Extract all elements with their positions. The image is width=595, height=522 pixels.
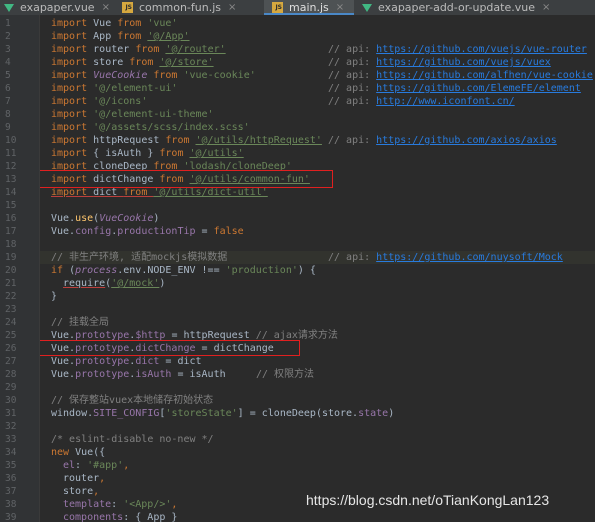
code-editor[interactable]: import Vue from 'vue' import App from '@… — [40, 15, 595, 522]
line-number: 28 — [5, 369, 17, 380]
code-line[interactable]: import httpRequest from '@/utils/httpReq… — [51, 134, 557, 147]
line-number: 4 — [5, 57, 11, 68]
line-number: 11 — [5, 148, 17, 159]
code-line[interactable]: // 挂载全局 — [51, 316, 109, 329]
close-icon[interactable]: × — [336, 2, 344, 13]
tab-label: exapaper-add-or-update.vue — [378, 1, 535, 14]
tab-exapaper-vue[interactable]: exapaper.vue × — [4, 0, 110, 15]
vue-file-icon — [362, 3, 372, 12]
highlight-box-prototype-dictchange — [40, 340, 300, 356]
code-comment: // api: https://github.com/alfhen/vue-co… — [328, 70, 593, 81]
line-number: 3 — [5, 44, 11, 55]
code-line[interactable]: import { isAuth } from '@/utils' — [51, 147, 244, 160]
code-line[interactable]: components: { App } — [63, 511, 177, 522]
line-number: 36 — [5, 473, 17, 484]
line-number: 23 — [5, 304, 17, 315]
line-number: 19 — [5, 252, 17, 263]
code-comment: // api: https://github.com/vuejs/vuex — [328, 57, 551, 68]
line-number: 9 — [5, 122, 11, 133]
line-number: 21 — [5, 278, 17, 289]
line-number: 26 — [5, 343, 17, 354]
line-number: 32 — [5, 421, 17, 432]
code-line[interactable]: template: '<App/>', — [63, 498, 177, 511]
js-file-icon: JS — [272, 2, 283, 13]
code-line[interactable]: Vue.prototype.dict = dict — [51, 355, 202, 368]
code-line[interactable]: require('@/mock') — [63, 277, 165, 290]
line-number: 31 — [5, 408, 17, 419]
code-line[interactable]: store, — [63, 485, 99, 498]
close-icon[interactable]: × — [228, 2, 236, 13]
line-number: 1 — [5, 18, 11, 29]
vue-file-icon — [4, 3, 14, 12]
code-line[interactable]: } — [51, 290, 57, 303]
line-number: 8 — [5, 109, 11, 120]
line-number: 38 — [5, 499, 17, 510]
close-icon[interactable]: × — [542, 2, 550, 13]
tab-main-js[interactable]: JS main.js × — [264, 0, 354, 15]
code-comment: // api: http://www.iconfont.cn/ — [328, 96, 515, 107]
code-line[interactable]: // 非生产环境, 适配mockjs模拟数据 — [51, 251, 227, 264]
close-icon[interactable]: × — [102, 2, 110, 13]
code-line[interactable]: router, — [63, 472, 105, 485]
line-number: 39 — [5, 512, 17, 522]
code-line[interactable]: import '@/assets/scss/index.scss' — [51, 121, 250, 134]
line-number: 24 — [5, 317, 17, 328]
editor-tab-bar: exapaper.vue × JS common-fun.js × JS mai… — [0, 0, 595, 15]
code-line[interactable]: el: '#app', — [63, 459, 129, 472]
line-number: 12 — [5, 161, 17, 172]
line-number: 15 — [5, 200, 17, 211]
highlight-box-import-dictchange — [40, 170, 333, 188]
line-number: 7 — [5, 96, 11, 107]
line-number: 22 — [5, 291, 17, 302]
code-line[interactable]: import Vue from 'vue' — [51, 17, 177, 30]
line-number: 10 — [5, 135, 17, 146]
line-number: 35 — [5, 460, 17, 471]
code-comment: // api: https://github.com/vuejs/vue-rou… — [328, 44, 587, 55]
tab-label: common-fun.js — [139, 1, 221, 14]
line-number: 30 — [5, 395, 17, 406]
line-number: 16 — [5, 213, 17, 224]
code-line[interactable]: import App from '@/App' — [51, 30, 190, 43]
watermark: https://blog.csdn.net/oTianKongLan123 — [306, 492, 550, 508]
line-number: 5 — [5, 70, 11, 81]
code-line[interactable]: import router from '@/router' — [51, 43, 226, 56]
line-number-gutter: 1 2 3 4 5 6 7 8 9 10 11 12 13 14 15 16 1… — [0, 15, 40, 522]
code-line[interactable]: Vue.config.productionTip = false — [51, 225, 244, 238]
line-number: 25 — [5, 330, 17, 341]
line-number: 33 — [5, 434, 17, 445]
code-line[interactable]: Vue.use(VueCookie) — [51, 212, 159, 225]
js-file-icon: JS — [122, 2, 133, 13]
code-line[interactable]: import store from '@/store' — [51, 56, 214, 69]
line-number: 27 — [5, 356, 17, 367]
line-number: 17 — [5, 226, 17, 237]
code-line[interactable]: // 保存整站vuex本地储存初始状态 — [51, 394, 213, 407]
code-line[interactable]: import '@/icons' — [51, 95, 147, 108]
tab-label: main.js — [289, 1, 329, 14]
line-number: 18 — [5, 239, 17, 250]
line-number: 34 — [5, 447, 17, 458]
code-line[interactable]: import '@/element-ui' — [51, 82, 177, 95]
code-line[interactable]: new Vue({ — [51, 446, 105, 459]
tab-label: exapaper.vue — [20, 1, 95, 14]
line-number: 2 — [5, 31, 11, 42]
code-line[interactable]: /* eslint-disable no-new */ — [51, 433, 214, 446]
code-comment: // 权限方法 — [256, 369, 315, 380]
code-line[interactable]: if (process.env.NODE_ENV !== 'production… — [51, 264, 316, 277]
line-number: 6 — [5, 83, 11, 94]
code-comment: // api: https://github.com/nuysoft/Mock — [328, 252, 563, 263]
code-line[interactable]: Vue.prototype.isAuth = isAuth — [51, 368, 226, 381]
code-comment: // api: https://github.com/ElemeFE/eleme… — [328, 83, 581, 94]
line-number: 14 — [5, 187, 17, 198]
line-number: 20 — [5, 265, 17, 276]
code-line[interactable]: window.SITE_CONFIG['storeState'] = clone… — [51, 407, 394, 420]
line-number: 29 — [5, 382, 17, 393]
code-line[interactable]: import VueCookie from 'vue-cookie' — [51, 69, 256, 82]
tab-exapaper-add-or-update-vue[interactable]: exapaper-add-or-update.vue × — [362, 0, 550, 15]
tab-common-fun-js[interactable]: JS common-fun.js × — [122, 0, 236, 15]
line-number: 37 — [5, 486, 17, 497]
code-line[interactable]: import '@/element-ui-theme' — [51, 108, 214, 121]
line-number: 13 — [5, 174, 17, 185]
